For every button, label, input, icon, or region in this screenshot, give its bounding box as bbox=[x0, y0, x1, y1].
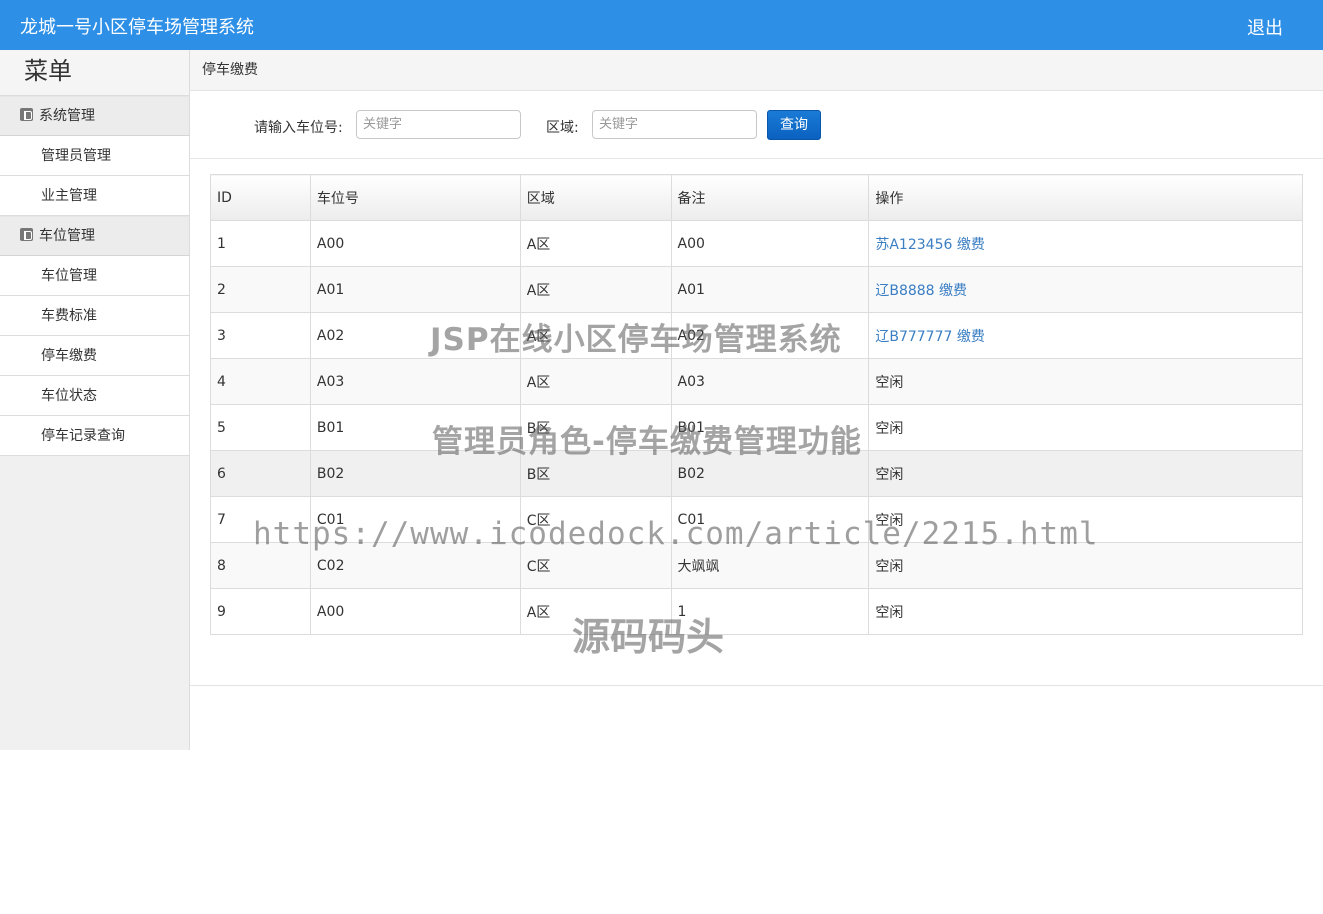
table-header-row: ID 车位号 区域 备注 操作 bbox=[210, 174, 1303, 221]
table-row: 8 C02 C区 大飒飒 空闲 bbox=[210, 542, 1303, 589]
sidebar-item-fee-standard[interactable]: 车费标准 bbox=[0, 296, 189, 336]
cell-id: 6 bbox=[210, 450, 311, 497]
content-divider bbox=[190, 685, 1323, 686]
top-header-bar: 龙城一号小区停车场管理系统 退出 bbox=[0, 0, 1323, 50]
cell-space: C02 bbox=[309, 542, 521, 589]
cell-id: 1 bbox=[210, 220, 311, 267]
table-row: 9 A00 A区 1 空闲 bbox=[210, 588, 1303, 635]
status-text: 空闲 bbox=[875, 558, 904, 575]
column-header-space: 车位号 bbox=[309, 174, 521, 221]
cell-area: B区 bbox=[519, 404, 672, 451]
sidebar-item-space-status[interactable]: 车位状态 bbox=[0, 376, 189, 416]
sidebar: 菜单 系统管理 管理员管理 业主管理 车位管理 车位管理 车费标准 停车缴费 车… bbox=[0, 50, 190, 750]
cell-area: C区 bbox=[519, 496, 672, 543]
app-title: 龙城一号小区停车场管理系统 bbox=[20, 17, 254, 38]
cell-space: C01 bbox=[309, 496, 521, 543]
pay-fee-link[interactable]: 苏A123456 缴费 bbox=[875, 237, 984, 253]
cell-space: B01 bbox=[309, 404, 521, 451]
cell-space: A03 bbox=[309, 358, 521, 405]
sidebar-item-parking-payment[interactable]: 停车缴费 bbox=[0, 336, 189, 376]
cell-id: 5 bbox=[210, 404, 311, 451]
status-text: 空闲 bbox=[875, 374, 904, 391]
bold-b-icon bbox=[20, 108, 33, 121]
cell-id: 4 bbox=[210, 358, 311, 405]
column-header-action: 操作 bbox=[868, 174, 1303, 221]
column-header-area: 区域 bbox=[519, 174, 672, 221]
cell-area: B区 bbox=[519, 450, 672, 497]
bold-b-icon bbox=[20, 228, 33, 241]
column-header-note: 备注 bbox=[670, 174, 870, 221]
cell-action: 辽B777777 缴费 bbox=[868, 312, 1303, 359]
cell-id: 3 bbox=[210, 312, 311, 359]
status-text: 空闲 bbox=[875, 466, 904, 483]
cell-action: 苏A123456 缴费 bbox=[868, 220, 1303, 267]
cell-id: 8 bbox=[210, 542, 311, 589]
cell-id: 2 bbox=[210, 266, 311, 313]
cell-note: 大飒飒 bbox=[670, 542, 870, 589]
sidebar-item-parking-records[interactable]: 停车记录查询 bbox=[0, 416, 189, 456]
logout-button[interactable]: 退出 bbox=[1247, 14, 1283, 40]
parking-table: ID 车位号 区域 备注 操作 1 A00 A区 A00 苏A123456 缴费 2 A01… bbox=[210, 174, 1303, 635]
breadcrumb: 停车缴费 bbox=[190, 50, 1323, 91]
table-row: 4 A03 A区 A03 空闲 bbox=[210, 358, 1303, 405]
table-row: 2 A01 A区 A01 辽B8888 缴费 bbox=[210, 266, 1303, 313]
cell-area: A区 bbox=[519, 358, 672, 405]
sidebar-group-label: 系统管理 bbox=[39, 108, 95, 124]
cell-action: 空闲 bbox=[868, 404, 1303, 451]
search-button[interactable]: 查询 bbox=[767, 110, 821, 140]
menu-title: 菜单 bbox=[0, 50, 189, 96]
column-header-id: ID bbox=[210, 174, 311, 221]
cell-space: A00 bbox=[309, 220, 521, 267]
cell-note: A02 bbox=[670, 312, 870, 359]
sidebar-item-space-management[interactable]: 车位管理 bbox=[0, 256, 189, 296]
parking-table-container: ID 车位号 区域 备注 操作 1 A00 A区 A00 苏A123456 缴费 2 A01… bbox=[210, 174, 1303, 635]
sidebar-group-parking[interactable]: 车位管理 bbox=[0, 216, 189, 256]
cell-action: 空闲 bbox=[868, 450, 1303, 497]
area-label: 区域: bbox=[546, 120, 579, 136]
table-row: 6 B02 B区 B02 空闲 bbox=[210, 450, 1303, 497]
cell-id: 7 bbox=[210, 496, 311, 543]
cell-note: B01 bbox=[670, 404, 870, 451]
space-number-input[interactable] bbox=[356, 110, 521, 139]
search-bar: 请输入车位号: 区域: 查询 bbox=[190, 91, 1323, 159]
cell-action: 空闲 bbox=[868, 358, 1303, 405]
main-content: 停车缴费 请输入车位号: 区域: 查询 ID 车位号 区域 备注 操作 1A00… bbox=[190, 50, 1323, 686]
cell-space: A00 bbox=[309, 588, 521, 635]
cell-note: 1 bbox=[670, 588, 870, 635]
cell-id: 9 bbox=[210, 588, 311, 635]
status-text: 空闲 bbox=[875, 604, 904, 621]
pay-fee-link[interactable]: 辽B8888 缴费 bbox=[875, 283, 967, 299]
cell-area: C区 bbox=[519, 542, 672, 589]
cell-area: A区 bbox=[519, 266, 672, 313]
space-number-label: 请输入车位号: bbox=[254, 120, 343, 136]
cell-area: A区 bbox=[519, 588, 672, 635]
sidebar-item-owner-management[interactable]: 业主管理 bbox=[0, 176, 189, 216]
table-row: 7 C01 C区 C01 空闲 bbox=[210, 496, 1303, 543]
cell-area: A区 bbox=[519, 312, 672, 359]
table-row: 5 B01 B区 B01 空闲 bbox=[210, 404, 1303, 451]
cell-note: A00 bbox=[670, 220, 870, 267]
cell-space: B02 bbox=[309, 450, 521, 497]
sidebar-group-system[interactable]: 系统管理 bbox=[0, 96, 189, 136]
area-input[interactable] bbox=[592, 110, 757, 139]
cell-note: A03 bbox=[670, 358, 870, 405]
cell-space: A02 bbox=[309, 312, 521, 359]
cell-note: B02 bbox=[670, 450, 870, 497]
cell-action: 辽B8888 缴费 bbox=[868, 266, 1303, 313]
status-text: 空闲 bbox=[875, 512, 904, 529]
table-row: 1 A00 A区 A00 苏A123456 缴费 bbox=[210, 220, 1303, 267]
cell-note: A01 bbox=[670, 266, 870, 313]
status-text: 空闲 bbox=[875, 420, 904, 437]
cell-action: 空闲 bbox=[868, 542, 1303, 589]
table-row: 3 A02 A区 A02 辽B777777 缴费 bbox=[210, 312, 1303, 359]
sidebar-group-label: 车位管理 bbox=[39, 228, 95, 244]
cell-note: C01 bbox=[670, 496, 870, 543]
pay-fee-link[interactable]: 辽B777777 缴费 bbox=[875, 329, 985, 345]
sidebar-item-admin-management[interactable]: 管理员管理 bbox=[0, 136, 189, 176]
cell-area: A区 bbox=[519, 220, 672, 267]
cell-action: 空闲 bbox=[868, 588, 1303, 635]
cell-action: 空闲 bbox=[868, 496, 1303, 543]
cell-space: A01 bbox=[309, 266, 521, 313]
